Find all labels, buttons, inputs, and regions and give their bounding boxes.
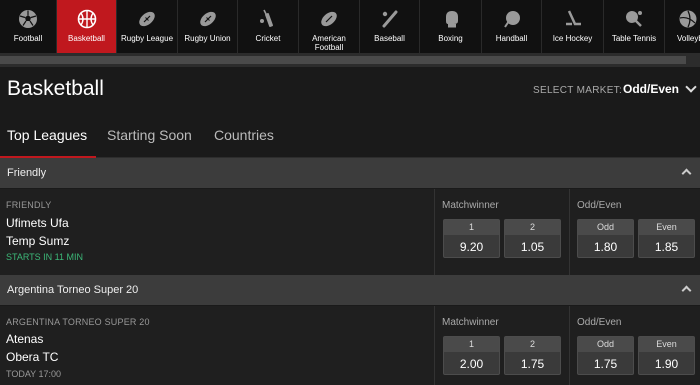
chevron-up-icon[interactable] <box>681 168 692 179</box>
odds-label: 2 <box>505 337 560 352</box>
sport-tab-rugby-league[interactable]: Rugby League <box>117 0 178 53</box>
divider <box>434 189 435 275</box>
tab-countries[interactable]: Countries <box>214 127 274 143</box>
hockey-stick-icon <box>562 8 584 30</box>
divider <box>569 306 570 385</box>
sport-tab-ice-hockey[interactable]: Ice Hockey <box>542 0 604 53</box>
away-team[interactable]: Temp Sumz <box>6 234 69 248</box>
odds-value: 9.20 <box>459 240 484 254</box>
baseball-bat-icon <box>379 8 401 30</box>
sports-nav: Football Basketball Rugby League Rugby U… <box>0 0 700 53</box>
odds-button[interactable]: Odd 1.80 <box>577 219 634 258</box>
basketball-icon <box>76 8 98 30</box>
competition-name: FRIENDLY <box>6 200 52 210</box>
home-team[interactable]: Atenas <box>6 332 43 346</box>
matchwinner-title: Matchwinner <box>442 200 499 211</box>
sport-tab-american-football[interactable]: American Football <box>299 0 360 53</box>
oddeven-title: Odd/Even <box>577 200 622 211</box>
odds-button[interactable]: 2 1.05 <box>504 219 561 258</box>
odds-value: 1.75 <box>520 357 545 371</box>
boxing-glove-icon <box>440 8 462 30</box>
league-name: Argentina Torneo Super 20 <box>7 284 139 296</box>
sport-label: Table Tennis <box>611 34 657 43</box>
sport-tab-boxing[interactable]: Boxing <box>420 0 482 53</box>
market-dropdown[interactable]: Odd/Even <box>623 81 697 96</box>
sport-label: Baseball <box>374 34 405 43</box>
home-team[interactable]: Ufimets Ufa <box>6 216 69 230</box>
event-row: FRIENDLY Ufimets Ufa Temp Sumz STARTS IN… <box>0 189 700 275</box>
oddeven-title: Odd/Even <box>577 317 622 328</box>
odds-value: 1.80 <box>593 240 618 254</box>
sport-label: Basketball <box>68 34 105 43</box>
divider <box>434 306 435 385</box>
odds-value: 1.90 <box>654 357 679 371</box>
chevron-up-icon[interactable] <box>681 285 692 296</box>
odds-button[interactable]: Even 1.85 <box>638 219 695 258</box>
page-title: Basketball <box>7 77 104 100</box>
league-header-argentina-torneo-super-20[interactable]: Argentina Torneo Super 20 <box>0 275 700 305</box>
odds-value: 1.85 <box>654 240 679 254</box>
rugby-ball-icon <box>197 8 219 30</box>
sports-nav-scrollbar[interactable] <box>0 53 700 67</box>
divider <box>569 189 570 275</box>
odds-button[interactable]: Even 1.90 <box>638 336 695 375</box>
sport-tab-cricket[interactable]: Cricket <box>238 0 299 53</box>
sport-tab-basketball[interactable]: Basketball <box>57 0 117 53</box>
tab-starting-soon[interactable]: Starting Soon <box>107 127 192 143</box>
league-name: Friendly <box>7 167 47 179</box>
sport-tab-football[interactable]: Football <box>0 0 57 53</box>
sport-label: Handball <box>495 34 528 43</box>
soccer-ball-icon <box>17 8 39 30</box>
odds-label: Even <box>639 220 694 235</box>
sport-tab-handball[interactable]: Handball <box>482 0 542 53</box>
event-status: TODAY 17:00 <box>6 369 62 379</box>
table-tennis-icon <box>623 8 645 30</box>
cricket-bat-icon <box>257 8 279 30</box>
odds-button[interactable]: Odd 1.75 <box>577 336 634 375</box>
select-market-label: SELECT MARKET: <box>533 85 623 96</box>
odds-value: 1.75 <box>593 357 618 371</box>
league-header-friendly[interactable]: Friendly <box>0 158 700 188</box>
odds-button[interactable]: 1 9.20 <box>443 219 500 258</box>
odds-button[interactable]: 2 1.75 <box>504 336 561 375</box>
sport-tab-volleyball[interactable]: Volleyball <box>665 0 700 53</box>
scrollbar-thumb[interactable] <box>0 56 686 64</box>
odds-value: 2.00 <box>459 357 484 371</box>
odds-button[interactable]: 1 2.00 <box>443 336 500 375</box>
american-football-icon <box>318 8 340 30</box>
sport-label: Cricket <box>255 34 281 43</box>
sport-tab-table-tennis[interactable]: Table Tennis <box>604 0 665 53</box>
volleyball-icon <box>677 8 699 30</box>
chevron-down-icon <box>685 81 697 93</box>
sport-label: Rugby Union <box>184 34 231 43</box>
sport-tab-baseball[interactable]: Baseball <box>360 0 420 53</box>
odds-label: Odd <box>578 220 633 235</box>
sport-tab-rugby-union[interactable]: Rugby Union <box>178 0 238 53</box>
odds-value: 1.05 <box>520 240 545 254</box>
market-dropdown-value: Odd/Even <box>623 82 680 96</box>
sport-label: Rugby League <box>120 34 174 43</box>
odds-label: 1 <box>444 220 499 235</box>
competition-name: ARGENTINA TORNEO SUPER 20 <box>6 317 150 327</box>
odds-label: Even <box>639 337 694 352</box>
tab-top-leagues[interactable]: Top Leagues <box>7 127 87 143</box>
rugby-ball-icon <box>136 8 158 30</box>
sport-label: American Football <box>312 34 346 52</box>
sport-label: Boxing <box>438 34 463 43</box>
sport-label: Volleyball <box>677 34 700 43</box>
tab-bar: Top Leagues Starting Soon Countries <box>0 118 700 159</box>
sport-label: Football <box>13 34 43 43</box>
sport-label: Ice Hockey <box>552 34 593 43</box>
odds-label: 2 <box>505 220 560 235</box>
odds-label: Odd <box>578 337 633 352</box>
away-team[interactable]: Obera TC <box>6 350 58 364</box>
matchwinner-title: Matchwinner <box>442 317 499 328</box>
odds-label: 1 <box>444 337 499 352</box>
event-status: STARTS IN 11 MIN <box>6 252 84 262</box>
event-row: ARGENTINA TORNEO SUPER 20 Atenas Obera T… <box>0 306 700 385</box>
handball-icon <box>501 8 523 30</box>
